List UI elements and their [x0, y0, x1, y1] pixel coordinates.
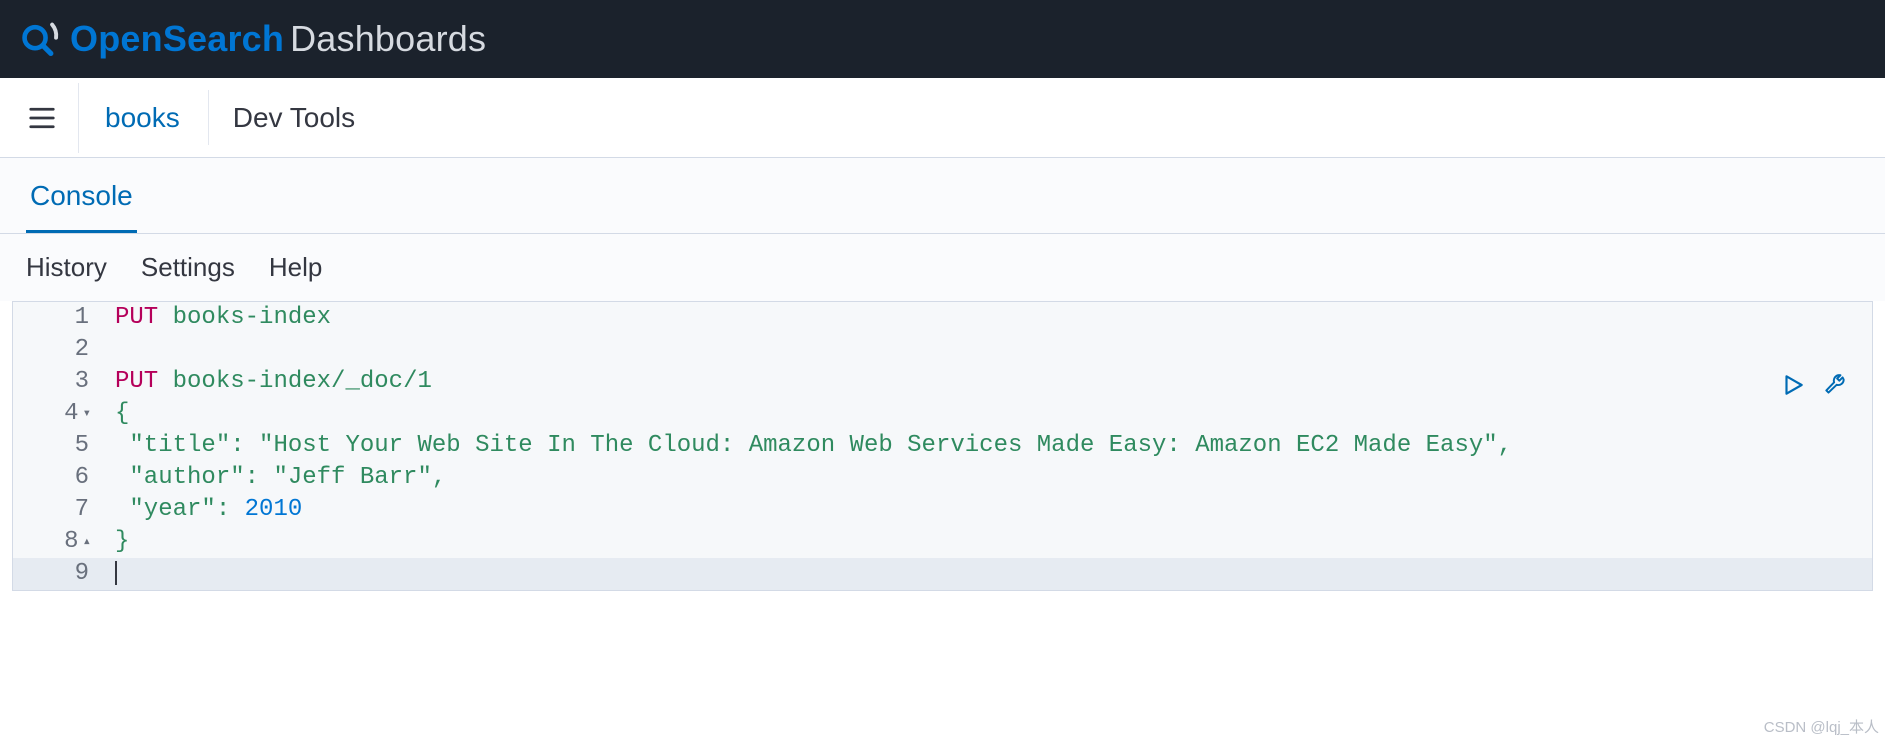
line-number: 1: [13, 302, 99, 334]
brand-search: Search: [163, 18, 284, 59]
watermark: CSDN @lqj_本人: [1764, 716, 1879, 737]
divider: [208, 90, 209, 145]
editor-line: 9: [13, 558, 1872, 590]
code-line[interactable]: PUT books-index/_doc/1: [99, 366, 1872, 398]
brand-open: Open: [70, 18, 163, 59]
toolbar-history[interactable]: History: [26, 252, 107, 283]
fold-close-icon[interactable]: ▴: [83, 526, 91, 558]
text-cursor: [115, 561, 117, 585]
tabs-row: Console: [0, 158, 1885, 234]
line-number: 8▴: [13, 526, 99, 558]
code-line[interactable]: "author": "Jeff Barr",: [99, 462, 1872, 494]
code-line[interactable]: [99, 334, 1872, 366]
line-number: 3: [13, 366, 99, 398]
hamburger-icon: [27, 103, 57, 133]
editor-line: 3 PUT books-index/_doc/1: [13, 366, 1872, 398]
editor-line: 2: [13, 334, 1872, 366]
line-number: 9: [13, 558, 99, 590]
app-header: OpenSearchDashboards: [0, 0, 1885, 78]
code-line[interactable]: }: [99, 526, 1872, 558]
code-line[interactable]: PUT books-index: [99, 302, 1872, 334]
line-number: 2: [13, 334, 99, 366]
brand-logo: OpenSearchDashboards: [18, 18, 486, 60]
editor-line: 5 "title": "Host Your Web Site In The Cl…: [13, 430, 1872, 462]
toolbar-help[interactable]: Help: [269, 252, 322, 283]
opensearch-logo-icon: [18, 18, 60, 60]
request-editor[interactable]: 1 PUT books-index 2 3 PUT books-index/_d…: [12, 301, 1873, 591]
tab-console[interactable]: Console: [26, 158, 137, 233]
code-line[interactable]: "title": "Host Your Web Site In The Clou…: [99, 430, 1872, 462]
nav-toggle-button[interactable]: [18, 94, 66, 142]
line-number: 6: [13, 462, 99, 494]
editor-line: 1 PUT books-index: [13, 302, 1872, 334]
divider: [78, 83, 79, 153]
breadcrumb-link-books[interactable]: books: [95, 102, 190, 134]
breadcrumb-bar: books Dev Tools: [0, 78, 1885, 158]
line-number: 5: [13, 430, 99, 462]
code-line[interactable]: {: [99, 398, 1872, 430]
toolbar-settings[interactable]: Settings: [141, 252, 235, 283]
fold-open-icon[interactable]: ▾: [83, 398, 91, 430]
editor-line: 4▾ {: [13, 398, 1872, 430]
brand-dashboards: Dashboards: [290, 18, 486, 59]
breadcrumb-current: Dev Tools: [227, 102, 361, 134]
editor-line: 6 "author": "Jeff Barr",: [13, 462, 1872, 494]
line-number: 4▾: [13, 398, 99, 430]
editor-line: 8▴ }: [13, 526, 1872, 558]
editor-line: 7 "year": 2010: [13, 494, 1872, 526]
console-toolbar: History Settings Help: [0, 234, 1885, 301]
line-number: 7: [13, 494, 99, 526]
code-line[interactable]: "year": 2010: [99, 494, 1872, 526]
code-line[interactable]: [99, 558, 1872, 590]
brand-text: OpenSearchDashboards: [70, 18, 486, 60]
